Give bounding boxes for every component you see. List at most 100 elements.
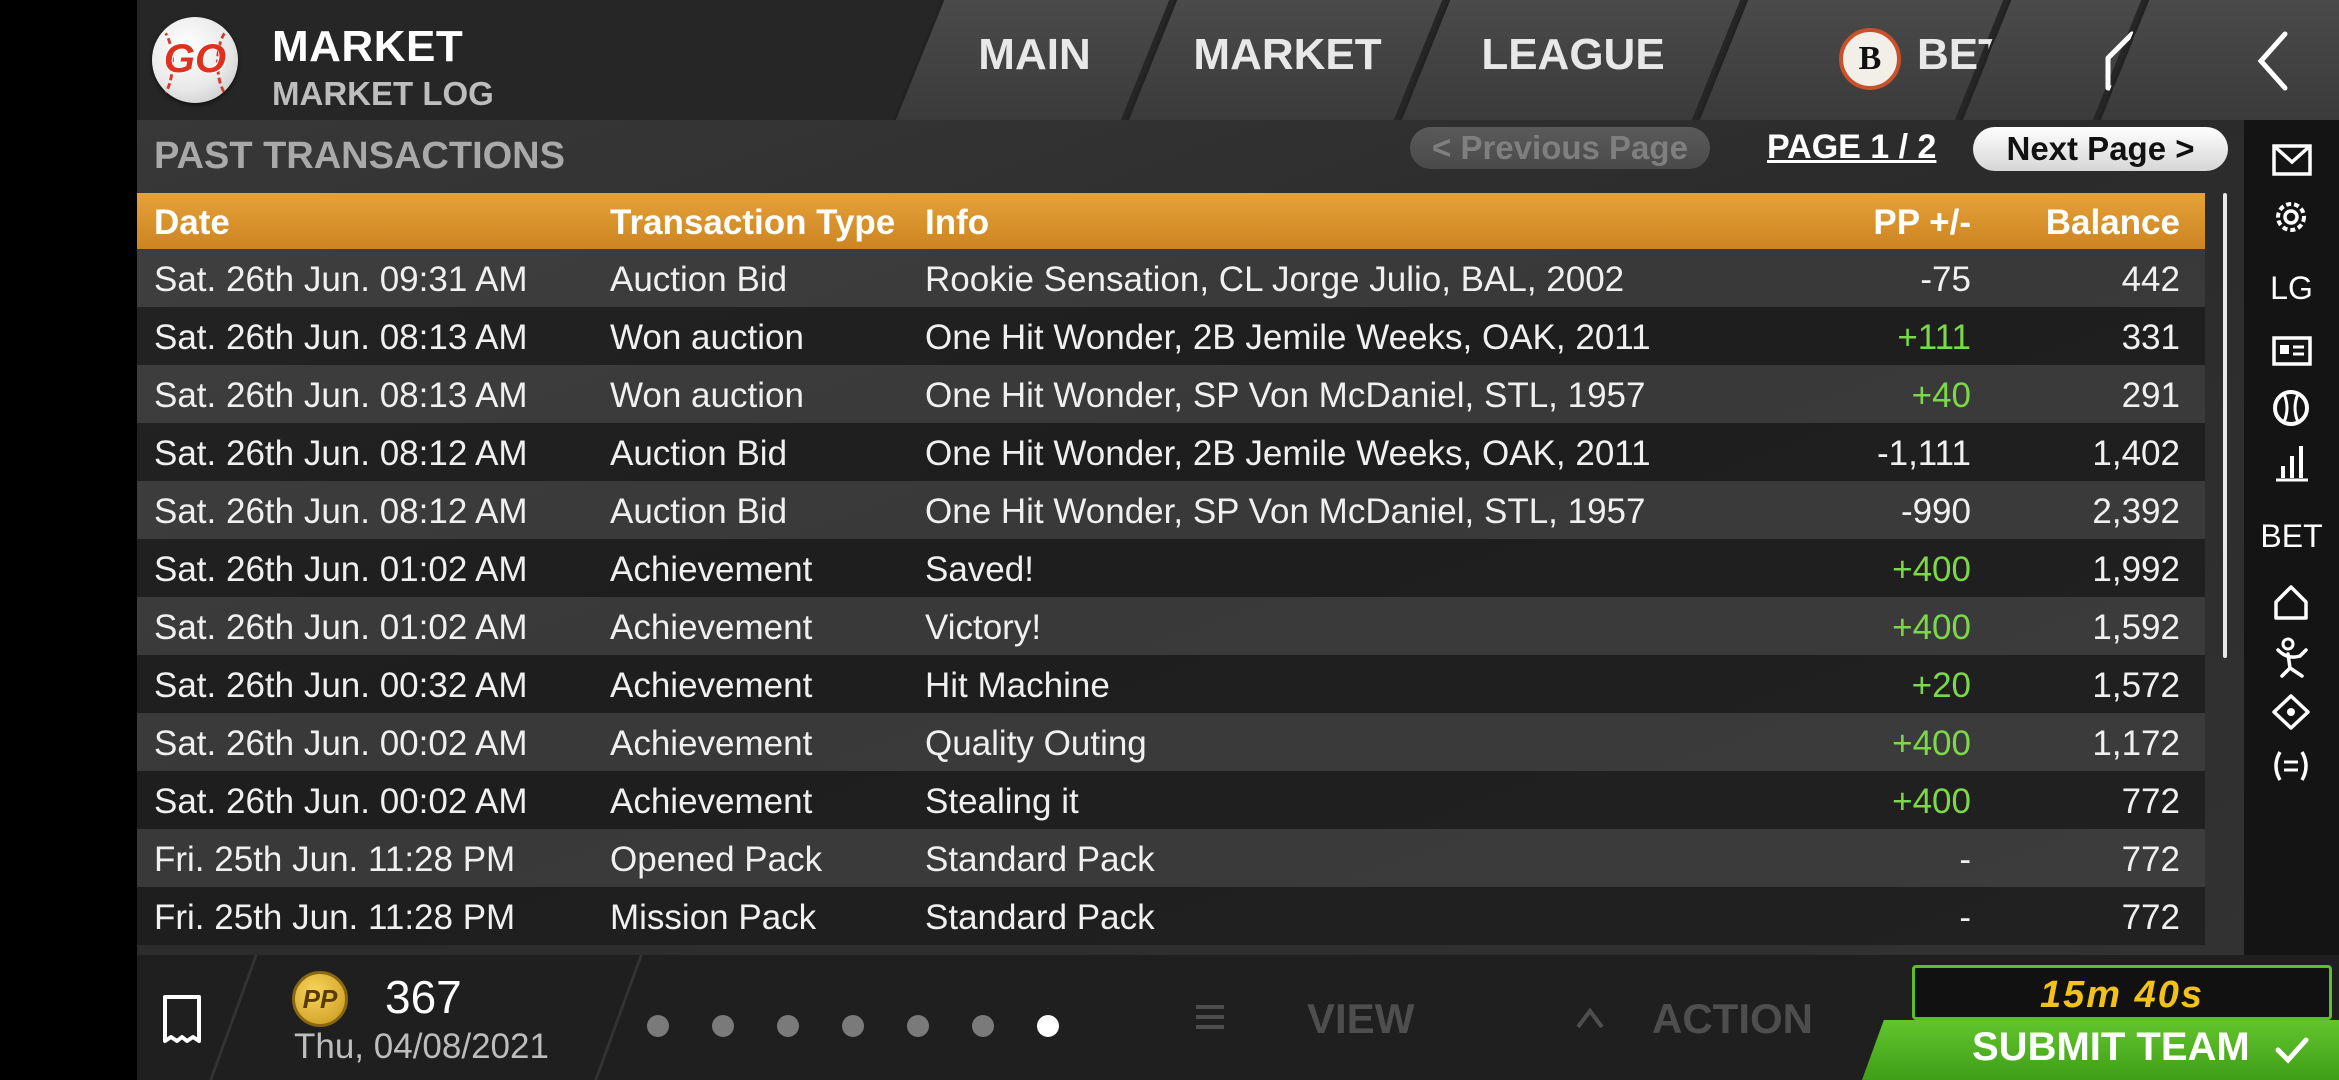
page-dot[interactable] bbox=[647, 1015, 669, 1037]
deadline-timer: 15m 40s bbox=[1912, 965, 2332, 1020]
cell-type: Won auction bbox=[610, 376, 804, 415]
cell-date: Sat. 26th Jun. 08:12 AM bbox=[154, 492, 528, 531]
cell-type: Achievement bbox=[610, 724, 813, 763]
league-label[interactable]: LG bbox=[2244, 270, 2339, 307]
settings-gear-icon[interactable] bbox=[2244, 196, 2339, 238]
cell-pp: +400 bbox=[1892, 608, 1971, 647]
home-icon[interactable] bbox=[2244, 582, 2339, 622]
cell-balance: 772 bbox=[2121, 782, 2180, 821]
cell-pp: +20 bbox=[1911, 666, 1971, 705]
cell-type: Achievement bbox=[610, 550, 813, 589]
cell-info: One Hit Wonder, 2B Jemile Weeks, OAK, 20… bbox=[925, 318, 1651, 357]
cell-balance: 772 bbox=[2121, 898, 2180, 937]
table-row[interactable]: Sat. 26th Jun. 00:32 AM Achievement Hit … bbox=[137, 655, 2205, 713]
cell-date: Sat. 26th Jun. 00:02 AM bbox=[154, 724, 528, 763]
logo-text: GO bbox=[163, 37, 227, 81]
page-dot-active[interactable] bbox=[1037, 1015, 1059, 1037]
table-row[interactable]: Sat. 26th Jun. 08:12 AM Auction Bid One … bbox=[137, 481, 2205, 539]
pp-balance: 367 bbox=[385, 971, 462, 1023]
cell-date: Sat. 26th Jun. 09:31 AM bbox=[154, 260, 528, 299]
bet-label[interactable]: BET bbox=[2244, 518, 2339, 555]
previous-page-button[interactable]: < Previous Page bbox=[1410, 127, 1710, 169]
baseball-icon[interactable] bbox=[2244, 388, 2339, 428]
bar-chart-icon[interactable] bbox=[2244, 440, 2339, 484]
cell-balance: 772 bbox=[2121, 840, 2180, 879]
page-indicator: PAGE 1 / 2 bbox=[1767, 128, 1937, 166]
right-sidebar: LG BET bbox=[2244, 120, 2339, 960]
trade-icon[interactable] bbox=[2244, 746, 2339, 786]
tab-league[interactable]: LEAGUE bbox=[1398, 0, 1741, 120]
table-scrollbar[interactable] bbox=[2223, 193, 2227, 658]
cell-pp: +400 bbox=[1892, 724, 1971, 763]
submit-team-label: SUBMIT TEAM bbox=[1972, 1025, 2250, 1069]
tab-market[interactable]: MARKET bbox=[1125, 0, 1443, 120]
table-row[interactable]: Fri. 25th Jun. 11:28 PM Opened Pack Stan… bbox=[137, 829, 2205, 887]
bet-coin-icon: B bbox=[1839, 28, 1901, 90]
cell-balance: 331 bbox=[2121, 318, 2180, 357]
page-title: MARKET bbox=[272, 22, 464, 71]
table-row[interactable]: Sat. 26th Jun. 09:31 AM Auction Bid Rook… bbox=[137, 249, 2205, 307]
table-row[interactable]: Sat. 26th Jun. 01:02 AM Achievement Vict… bbox=[137, 597, 2205, 655]
cell-type: Auction Bid bbox=[610, 434, 788, 473]
id-card-icon[interactable] bbox=[2244, 334, 2339, 368]
page-dot[interactable] bbox=[907, 1015, 929, 1037]
table-row[interactable]: Sat. 26th Jun. 08:12 AM Auction Bid One … bbox=[137, 423, 2205, 481]
cell-type: Auction Bid bbox=[610, 492, 788, 531]
page-dot[interactable] bbox=[712, 1015, 734, 1037]
action-button[interactable]: ACTION bbox=[1652, 995, 1813, 1043]
cell-balance: 291 bbox=[2121, 376, 2180, 415]
page-dot[interactable] bbox=[972, 1015, 994, 1037]
mail-icon[interactable] bbox=[2244, 142, 2339, 180]
cell-pp: - bbox=[1959, 840, 1971, 879]
current-date: Thu, 04/08/2021 bbox=[294, 1027, 549, 1066]
page-dot[interactable] bbox=[777, 1015, 799, 1037]
col-header-balance[interactable]: Balance bbox=[2046, 203, 2180, 243]
cell-date: Sat. 26th Jun. 01:02 AM bbox=[154, 608, 528, 647]
cell-balance: 1,992 bbox=[2092, 550, 2180, 589]
cell-balance: 1,402 bbox=[2092, 434, 2180, 473]
top-bar: GO MARKET MARKET LOG MAIN MARKET LEAGUE … bbox=[137, 0, 2339, 120]
cell-type: Won auction bbox=[610, 318, 804, 357]
section-title: PAST TRANSACTIONS bbox=[154, 135, 565, 177]
checkmark-icon bbox=[2275, 1037, 2309, 1064]
diamond-field-icon[interactable] bbox=[2244, 692, 2339, 732]
table-header-row: Date Transaction Type Info PP +/- Balanc… bbox=[137, 193, 2205, 249]
list-icon bbox=[1196, 1005, 1224, 1029]
table-row[interactable]: Sat. 26th Jun. 00:02 AM Achievement Stea… bbox=[137, 771, 2205, 829]
next-page-button[interactable]: Next Page > bbox=[1973, 127, 2228, 171]
cell-type: Achievement bbox=[610, 782, 813, 821]
view-button[interactable]: VIEW bbox=[1307, 995, 1414, 1043]
cell-pp: - bbox=[1959, 898, 1971, 937]
table-row[interactable]: Fri. 25th Jun. 11:28 PM Mission Pack Sta… bbox=[137, 887, 2205, 945]
page-dot[interactable] bbox=[842, 1015, 864, 1037]
go-baseball-logo[interactable]: GO bbox=[152, 17, 238, 103]
table-row[interactable]: Sat. 26th Jun. 08:13 AM Won auction One … bbox=[137, 307, 2205, 365]
col-header-date[interactable]: Date bbox=[154, 203, 230, 243]
receipt-icon[interactable] bbox=[159, 993, 205, 1045]
table-row[interactable]: Sat. 26th Jun. 01:02 AM Achievement Save… bbox=[137, 539, 2205, 597]
cell-pp: +111 bbox=[1897, 318, 1971, 357]
cell-info: Standard Pack bbox=[925, 898, 1155, 937]
pitcher-icon[interactable] bbox=[2244, 636, 2339, 680]
cell-type: Auction Bid bbox=[610, 260, 788, 299]
table-row[interactable]: Sat. 26th Jun. 00:02 AM Achievement Qual… bbox=[137, 713, 2205, 771]
back-chevron-icon bbox=[2257, 31, 2288, 91]
cell-pp: +400 bbox=[1892, 550, 1971, 589]
table-row[interactable]: Sat. 26th Jun. 08:13 AM Won auction One … bbox=[137, 365, 2205, 423]
cell-date: Fri. 25th Jun. 11:28 PM bbox=[154, 840, 516, 879]
cell-pp: +40 bbox=[1911, 376, 1971, 415]
cell-info: Stealing it bbox=[925, 782, 1079, 821]
cell-balance: 1,172 bbox=[2092, 724, 2180, 763]
cell-info: One Hit Wonder, 2B Jemile Weeks, OAK, 20… bbox=[925, 434, 1651, 473]
cell-info: Standard Pack bbox=[925, 840, 1155, 879]
col-header-info[interactable]: Info bbox=[925, 203, 989, 243]
cell-balance: 1,572 bbox=[2092, 666, 2180, 705]
col-header-pp[interactable]: PP +/- bbox=[1873, 203, 1971, 243]
tab-main[interactable]: MAIN bbox=[892, 0, 1170, 120]
cell-info: One Hit Wonder, SP Von McDaniel, STL, 19… bbox=[925, 492, 1646, 531]
cell-pp: -75 bbox=[1920, 260, 1971, 299]
cell-balance: 2,392 bbox=[2092, 492, 2180, 531]
cell-type: Achievement bbox=[610, 608, 813, 647]
table-body: Sat. 26th Jun. 09:31 AM Auction Bid Rook… bbox=[137, 249, 2205, 945]
col-header-type[interactable]: Transaction Type bbox=[610, 203, 895, 243]
